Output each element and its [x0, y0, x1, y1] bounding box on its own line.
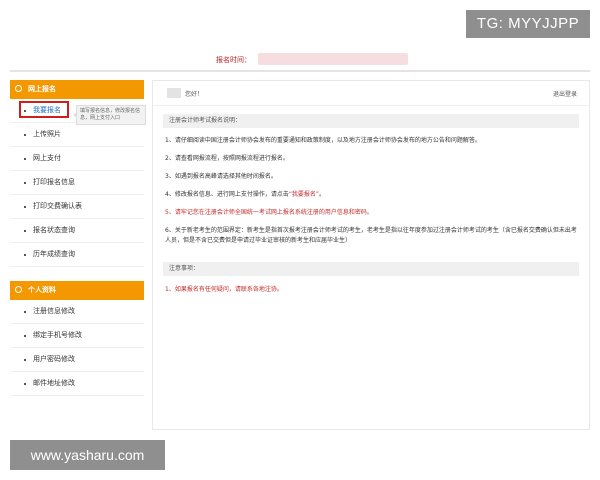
sidebar-item-label: 打印报名信息 [33, 178, 75, 186]
instruction-item-5: 5、请牢记您在注册会计师全国统一考试网上报名系统注册的用户信息和密码。 [165, 209, 373, 216]
sidebar-item-edit-phone[interactable]: 绑定手机号修改 [10, 324, 144, 348]
instructions-list: 1、请仔细阅读中国注册会计师协会发布的重要通知和政策制度，以及地方注册会计师协会… [165, 136, 577, 246]
sidebar-item-label: 用户密码修改 [33, 355, 75, 363]
circle-icon [15, 286, 22, 293]
sidebar-item-label: 绑定手机号修改 [33, 331, 82, 339]
page-header: 报名时间： [10, 48, 590, 72]
sidebar-item-edit-registration-info[interactable]: 注册信息修改 [10, 300, 144, 324]
content-topbar: 您好！ 退出登录 [153, 81, 589, 106]
sidebar-item-past-scores[interactable]: 历年成绩查询 [10, 243, 144, 267]
tooltip-arrow-icon [73, 112, 77, 118]
sidebar-item-register[interactable]: 我要报名 填写报名信息，修改报名信息，网上支付入口 [10, 99, 146, 125]
sidebar-item-registration-status[interactable]: 报名状态查询 [10, 219, 144, 243]
registration-time-value-redacted [258, 53, 408, 65]
logout-link[interactable]: 退出登录 [553, 89, 577, 98]
watermark-top: TG: MYYJJPP [466, 10, 590, 38]
circle-icon [15, 85, 22, 92]
watermark-bottom: www.yasharu.com [10, 440, 165, 470]
sidebar-item-edit-password[interactable]: 用户密码修改 [10, 348, 144, 372]
instruction-item-3: 3、如遇到报名高峰请选择其他时间报名。 [165, 173, 277, 180]
sidebar-item-label: 网上支付 [33, 154, 61, 162]
notice-text: 1、如果报名有任何疑问，请联系各地注协。 [165, 286, 283, 293]
main-content: 您好！ 退出登录 注册会计师考试报名说明： 1、请仔细阅读中国注册会计师协会发布… [152, 80, 590, 430]
sidebar-item-label: 上传照片 [33, 130, 61, 138]
sidebar-section-online-label: 网上报名 [28, 85, 56, 93]
sidebar-item-label: 邮件地址修改 [33, 379, 75, 387]
instruction-item-6: 6、关于新老考生的范围界定：新考生是指首次报考注册会计师考试的考生，老考生是指以… [165, 227, 577, 244]
sidebar-personal-list: 注册信息修改 绑定手机号修改 用户密码修改 邮件地址修改 [10, 300, 144, 396]
sidebar-item-edit-email[interactable]: 邮件地址修改 [10, 372, 144, 396]
selection-highlight-box [19, 101, 69, 118]
greeting-text: 您好！ [185, 91, 204, 98]
sidebar-item-print-registration[interactable]: 打印报名信息 [10, 171, 144, 195]
sidebar-item-label: 历年成绩查询 [33, 250, 75, 258]
sidebar-section-online: 网上报名 [10, 80, 144, 99]
instruction-item-4-prefix: 4、修改报名信息、进行网上支付操作，请点击 [165, 191, 289, 198]
sidebar-item-online-payment[interactable]: 网上支付 [10, 147, 144, 171]
sidebar: 网上报名 我要报名 填写报名信息，修改报名信息，网上支付入口 上传照片 网上支付… [10, 80, 146, 396]
instruction-item-1: 1、请仔细阅读中国注册会计师协会发布的重要通知和政策制度，以及地方注册会计师协会… [165, 137, 481, 144]
instruction-item-2: 2、请查看网报流程，按照网报流程进行报名。 [165, 155, 289, 162]
sidebar-section-personal-label: 个人资料 [28, 286, 56, 294]
instruction-item-4-suffix: 。 [319, 191, 326, 198]
sidebar-item-label: 打印交费确认表 [33, 202, 82, 210]
sidebar-item-print-payment-confirmation[interactable]: 打印交费确认表 [10, 195, 144, 219]
registration-time-label: 报名时间： [216, 56, 251, 64]
instruction-item-4: 4、修改报名信息、进行网上支付操作，请点击“我要报名”。 [165, 190, 577, 200]
instructions-title: 注册会计师考试报名说明： [163, 114, 579, 128]
sidebar-section-personal: 个人资料 [10, 281, 144, 300]
sidebar-item-upload-photo[interactable]: 上传照片 [10, 123, 144, 147]
user-name-redacted [167, 88, 181, 98]
notice-title: 注意事项： [163, 262, 579, 276]
sidebar-online-list: 我要报名 填写报名信息，修改报名信息，网上支付入口 上传照片 网上支付 打印报名… [10, 99, 146, 267]
tooltip-text: 填写报名信息，修改报名信息，网上支付入口 [80, 108, 141, 121]
sidebar-item-label: 报名状态查询 [33, 226, 75, 234]
register-link[interactable]: “我要报名” [289, 191, 319, 198]
sidebar-item-label: 注册信息修改 [33, 307, 75, 315]
register-tooltip: 填写报名信息，修改报名信息，网上支付入口 [73, 105, 146, 125]
